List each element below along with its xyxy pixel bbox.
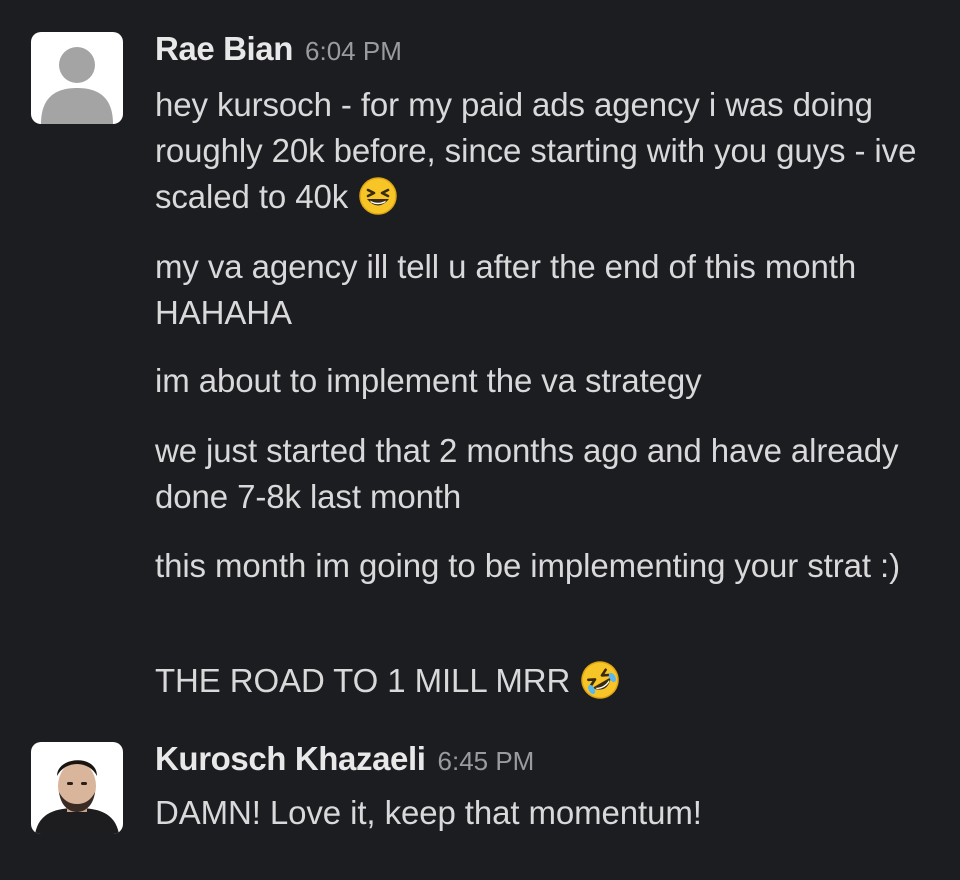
message-text: DAMN! Love it, keep that momentum!	[155, 794, 702, 831]
message-content: Rae Bian 6:04 PM	[155, 30, 940, 70]
rolling-on-floor-laughing-icon	[580, 660, 620, 700]
message-text: im about to implement the va strategy	[155, 362, 702, 399]
author-name[interactable]: Kurosch Khazaeli	[155, 740, 426, 778]
message-text: hey kursoch - for my paid ads agency i w…	[155, 86, 917, 216]
message-header: Rae Bian 6:04 PM	[155, 30, 940, 70]
message-text: we just started that 2 months ago and ha…	[155, 432, 899, 515]
author-name[interactable]: Rae Bian	[155, 30, 293, 68]
default-user-avatar[interactable]	[31, 32, 123, 124]
message-header: Kurosch Khazaeli 6:45 PM	[155, 740, 940, 780]
grinning-squinting-face-icon	[358, 176, 398, 216]
message-timestamp[interactable]: 6:45 PM	[438, 746, 535, 777]
message-text: this month im going to be implementing y…	[155, 547, 900, 584]
message-text: THE ROAD TO 1 MILL MRR	[155, 658, 940, 704]
message-timestamp[interactable]: 6:04 PM	[305, 36, 402, 67]
profile-photo-avatar[interactable]	[31, 742, 123, 834]
message-text: my va agency ill tell u after the end of…	[155, 248, 857, 331]
message-content: Kurosch Khazaeli 6:45 PM	[155, 740, 940, 780]
